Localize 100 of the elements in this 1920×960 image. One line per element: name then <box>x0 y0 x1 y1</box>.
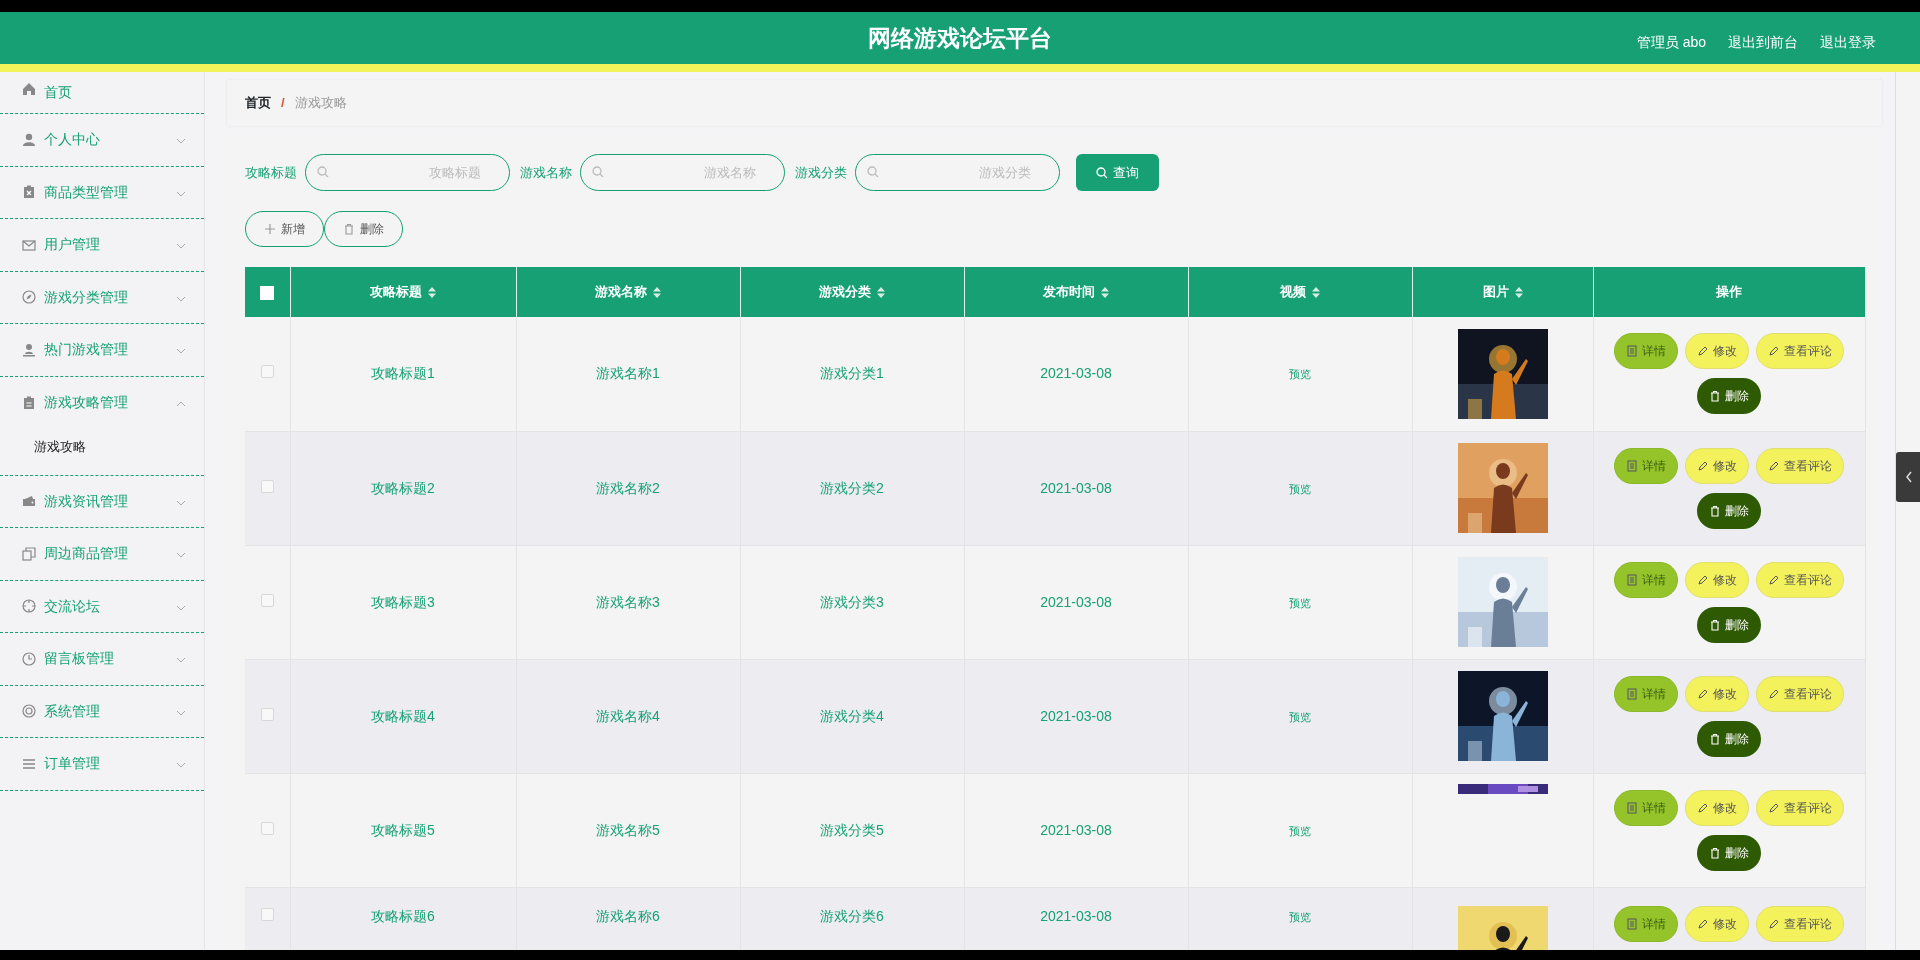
trash-icon <box>1709 732 1721 745</box>
user-link[interactable]: 管理员 abo <box>1636 31 1706 53</box>
row-checkbox[interactable] <box>260 365 274 379</box>
edit-button[interactable]: 修改 <box>1685 447 1749 484</box>
search-icon <box>1096 166 1108 179</box>
pencil-icon <box>1768 459 1780 472</box>
edit-button[interactable]: 修改 <box>1685 333 1749 370</box>
pencil-icon <box>1697 687 1709 700</box>
row-checkbox[interactable] <box>260 821 274 835</box>
comments-button[interactable]: 查看评论 <box>1756 333 1844 370</box>
pencil-icon <box>1768 687 1780 700</box>
select-all-checkbox[interactable] <box>260 285 275 300</box>
column-header[interactable]: 发布时间 <box>1043 284 1109 300</box>
search-button[interactable]: 查询 <box>1076 154 1159 191</box>
copy-icon <box>22 546 36 561</box>
sidebar-item[interactable]: 周边商品管理 <box>0 528 204 581</box>
sort-icon <box>1312 287 1320 299</box>
sort-icon <box>428 287 436 299</box>
pencil-icon <box>1697 573 1709 586</box>
detail-button[interactable]: 详情 <box>1614 675 1678 712</box>
preview-link[interactable]: 预览 <box>1289 824 1311 837</box>
table-cell: 攻略标题6 <box>371 907 435 924</box>
sidebar-item[interactable]: 用户管理 <box>0 219 204 272</box>
mail-icon <box>22 237 36 252</box>
comments-button[interactable]: 查看评论 <box>1756 675 1844 712</box>
column-header[interactable]: 视频 <box>1280 284 1320 300</box>
breadcrumb-item[interactable]: 首页 <box>245 93 271 113</box>
comments-button[interactable]: 查看评论 <box>1756 905 1844 942</box>
detail-button[interactable]: 详情 <box>1614 905 1678 942</box>
edit-button[interactable]: 修改 <box>1685 905 1749 942</box>
clock-icon <box>22 651 36 666</box>
sidebar-item[interactable]: 游戏资讯管理 <box>0 475 204 528</box>
detail-button[interactable]: 详情 <box>1614 789 1678 826</box>
comments-button[interactable]: 查看评论 <box>1756 789 1844 826</box>
comments-button[interactable]: 查看评论 <box>1756 447 1844 484</box>
table-cell: 攻略标题5 <box>371 821 435 838</box>
detail-button[interactable]: 详情 <box>1614 333 1678 370</box>
preview-link[interactable]: 预览 <box>1289 368 1311 381</box>
trash-icon <box>1709 846 1721 859</box>
pencil-icon <box>1768 801 1780 814</box>
compass-icon <box>22 290 36 305</box>
column-header[interactable]: 游戏分类 <box>819 284 885 300</box>
sidebar-item[interactable]: 系统管理 <box>0 685 204 738</box>
sort-icon <box>1514 287 1523 299</box>
column-header[interactable]: 攻略标题 <box>370 284 436 300</box>
row-checkbox[interactable] <box>260 707 274 721</box>
preview-link[interactable]: 预览 <box>1289 910 1311 923</box>
side-toggle[interactable] <box>1896 452 1920 502</box>
delete-button[interactable]: 删除 <box>1697 492 1761 529</box>
comments-button[interactable]: 查看评论 <box>1756 561 1844 598</box>
sidebar-item[interactable]: 热门游戏管理 <box>0 324 204 377</box>
sidebar-item[interactable]: 个人中心 <box>0 114 204 167</box>
sidebar-item[interactable]: 留言板管理 <box>0 633 204 686</box>
delete-button[interactable]: 删除 <box>1697 720 1761 757</box>
table-cell: 游戏分类6 <box>820 907 884 924</box>
header-link[interactable]: 退出到前台 <box>1728 31 1798 53</box>
table-cell: 游戏分类1 <box>820 365 884 382</box>
table-cell: 攻略标题1 <box>371 365 435 382</box>
edit-button[interactable]: 修改 <box>1685 675 1749 712</box>
table-cell: 游戏名称5 <box>596 821 660 838</box>
row-checkbox[interactable] <box>260 593 274 607</box>
sidebar-item[interactable]: 游戏分类管理 <box>0 271 204 324</box>
table-cell: 攻略标题4 <box>371 707 435 724</box>
sidebar-item[interactable]: 交流论坛 <box>0 580 204 633</box>
breadcrumb-item: 游戏攻略 <box>294 94 347 113</box>
preview-link[interactable]: 预览 <box>1289 596 1311 609</box>
column-header[interactable]: 图片 <box>1482 284 1523 300</box>
trash-icon <box>1709 504 1721 517</box>
sidebar-item[interactable]: 首页 <box>0 72 204 114</box>
delete-button[interactable]: 删除 <box>1697 606 1761 643</box>
pencil-icon <box>1697 459 1709 472</box>
delete-button[interactable]: 删除 <box>1697 378 1761 415</box>
field-label: 游戏名称 <box>520 163 572 182</box>
document-icon <box>1626 459 1638 472</box>
detail-button[interactable]: 详情 <box>1614 447 1678 484</box>
column-header[interactable]: 操作 <box>1716 284 1742 300</box>
table-cell: 2021-03-08 <box>1040 593 1112 610</box>
search-icon <box>867 166 879 178</box>
preview-link[interactable]: 预览 <box>1289 710 1311 723</box>
table-cell: 游戏分类5 <box>820 821 884 838</box>
edit-button[interactable]: 修改 <box>1685 561 1749 598</box>
sidebar-item[interactable]: 游戏攻略管理 <box>0 376 204 429</box>
delete-button[interactable]: 删除 <box>1697 834 1761 871</box>
edit-button[interactable]: 修改 <box>1685 789 1749 826</box>
submenu-item[interactable]: 游戏攻略 <box>0 429 204 475</box>
sidebar-item[interactable]: 订单管理 <box>0 738 204 791</box>
field-label: 攻略标题 <box>245 163 297 182</box>
detail-button[interactable]: 详情 <box>1614 561 1678 598</box>
sidebar-item[interactable]: 商品类型管理 <box>0 166 204 219</box>
table-cell: 游戏名称2 <box>596 479 660 496</box>
pencil-icon <box>1697 801 1709 814</box>
column-header[interactable]: 游戏名称 <box>595 284 661 300</box>
row-checkbox[interactable] <box>260 479 274 493</box>
pencil-icon <box>1768 917 1780 930</box>
row-checkbox[interactable] <box>260 907 274 921</box>
table-cell: 游戏分类4 <box>820 707 884 724</box>
plus-icon <box>264 223 276 235</box>
header-link[interactable]: 退出登录 <box>1820 31 1876 53</box>
preview-link[interactable]: 预览 <box>1289 482 1311 495</box>
table-cell: 游戏分类2 <box>820 479 884 496</box>
